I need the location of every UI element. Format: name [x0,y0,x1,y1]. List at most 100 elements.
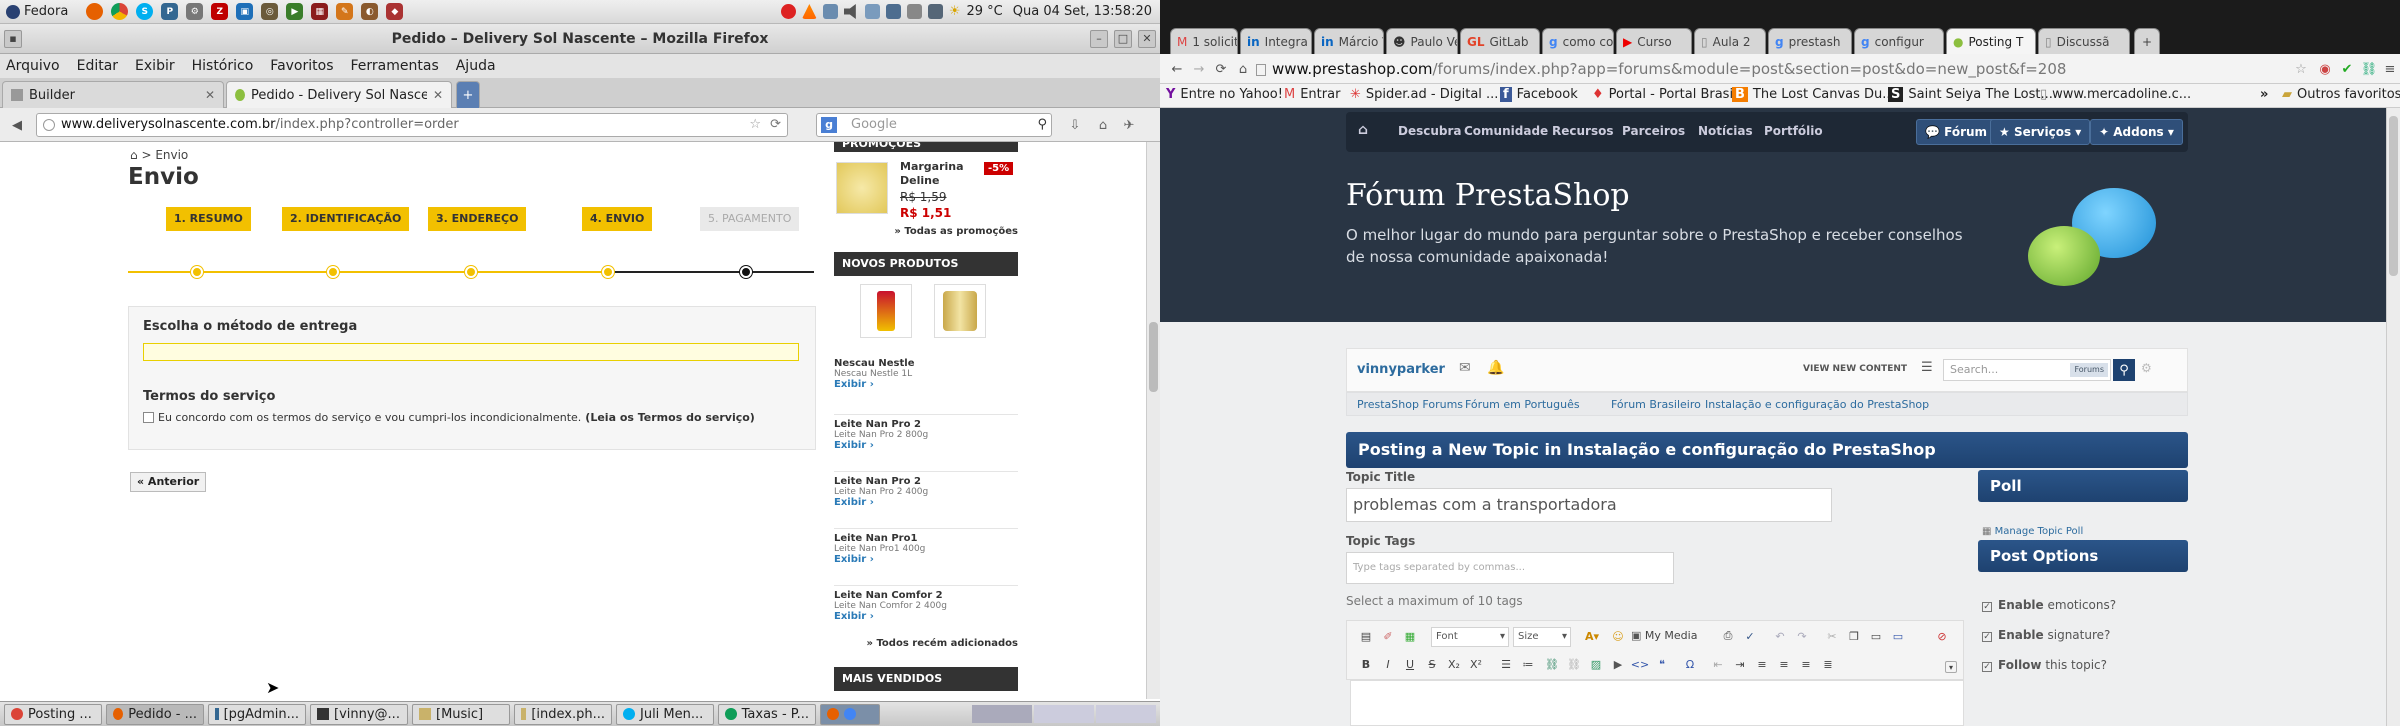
workspace-switcher[interactable] [972,705,1160,723]
dbeaver-icon[interactable]: ◎ [261,3,279,20]
keyboard-icon[interactable] [906,4,922,19]
chrome-menu-icon[interactable]: ≡ [2382,60,2398,78]
scrollbar-thumb[interactable] [1149,322,1158,392]
chrome-tab[interactable]: ☻ Paulo Ve [1386,28,1458,54]
redo-icon[interactable]: ↷ [1793,627,1811,645]
search-scope[interactable]: Forums [2070,363,2108,377]
list-icon[interactable]: ☰ [1921,360,1933,375]
cut-icon[interactable]: ✂ [1823,627,1841,645]
all-promos-link[interactable]: » Todas as promoções [894,226,1018,237]
volume-icon[interactable] [843,4,856,19]
terms-link[interactable]: (Leia os Termos do serviço) [585,411,755,424]
taskbar-item[interactable]: Posting ... [4,703,102,725]
all-new-link[interactable]: » Todos recém adicionados [834,638,1019,649]
nav-descubra[interactable]: Descubra [1398,124,1462,138]
option-signature[interactable]: ✓ Enable signature? [1982,628,2110,642]
nav-parceiros[interactable]: Parceiros [1622,124,1685,138]
chrome-tab[interactable]: ▯ Discussã [2038,28,2130,54]
paste-word-icon[interactable]: ▭ [1889,627,1907,645]
promo-product-image[interactable] [836,162,888,214]
menu-favoritos[interactable]: Favoritos [270,58,333,74]
menu-exibir[interactable]: Exibir [135,58,175,74]
indent-icon[interactable]: ⇥ [1731,655,1749,673]
link-icon[interactable]: ⛓ [2360,60,2378,78]
temperature-label[interactable]: 29 °C [966,4,1002,19]
chrome-tab[interactable]: GL GitLab [1460,28,1540,54]
strike-icon[interactable]: S [1423,655,1441,673]
extension-icon[interactable]: ◉ [2316,60,2334,78]
display-icon[interactable] [885,4,901,19]
table-icon[interactable]: ▦ [1401,627,1419,645]
superscript-icon[interactable]: X² [1467,655,1485,673]
url-bar[interactable]: www.deliverysolnascente.com.br/index.php… [36,113,788,137]
window-titlebar[interactable]: ▪ Pedido – Delivery Sol Nascente – Mozil… [0,24,1160,54]
wifi-icon[interactable] [927,4,943,19]
home-icon[interactable]: ⌂ [1094,116,1112,134]
chrome-tab[interactable]: ▶ Curso [1616,28,1692,54]
crumb-link[interactable]: PrestaShop Forums [1357,398,1463,411]
firefox-icon[interactable] [86,3,104,20]
outdent-icon[interactable]: ⇤ [1709,655,1727,673]
checkbox-checked[interactable]: ✓ [1982,602,1992,612]
menu-editar[interactable]: Editar [77,58,118,74]
align-center-icon[interactable]: ≡ [1775,655,1793,673]
nan-image[interactable] [934,284,986,338]
spellcheck-icon[interactable]: ✓ [1741,627,1759,645]
settings-icon[interactable]: ⚙ [186,3,204,20]
nav-comunidade[interactable]: Comunidade [1464,124,1548,138]
chat-tray-icon[interactable] [864,4,880,19]
crumb-link[interactable]: Fórum em Português [1465,398,1580,411]
taskbar-item[interactable]: Juli Men... [616,703,714,725]
forward-icon[interactable]: → [1190,60,1208,78]
option-emoticons[interactable]: ✓ Enable emoticons? [1982,598,2116,612]
alert-icon[interactable] [780,4,796,19]
tab-builder[interactable]: Builder ✕ [2,81,224,108]
search-icon[interactable]: ⚲ [1037,114,1047,136]
view-new-content-link[interactable]: VIEW NEW CONTENT [1803,364,1907,374]
services-button[interactable]: ★ Serviços ▾ [1990,119,2091,145]
notifications-icon[interactable]: 🔔 [1487,360,1504,376]
text-color-icon[interactable]: A▾ [1583,627,1601,645]
collapse-toolbar-icon[interactable]: ▾ [1945,661,1957,673]
back-button[interactable]: « Anterior [130,472,207,492]
menu-ferramentas[interactable]: Ferramentas [351,58,439,74]
step-endereco[interactable]: 3. ENDEREÇO [428,207,527,231]
filezilla-icon[interactable]: Z [211,3,229,20]
eraser-icon[interactable]: ✐ [1379,627,1397,645]
workspace-1[interactable] [972,705,1032,723]
size-select[interactable]: Size ▾ [1513,627,1571,647]
virtualbox-icon[interactable]: ▣ [236,3,254,20]
quote-icon[interactable]: ❝ [1653,655,1671,673]
back-icon[interactable]: ← [1168,60,1186,78]
home-icon[interactable]: ⌂ [1358,122,1368,138]
chrome-tab[interactable]: ▯ Aula 2 [1694,28,1766,54]
bookmark-item[interactable]: Y Entre no Yahoo! [1166,87,1283,102]
print-icon[interactable]: ⎙ [1719,627,1737,645]
package-icon[interactable]: ◆ [386,3,404,20]
emoticon-icon[interactable]: ☺ [1609,627,1627,645]
checkbox-checked[interactable]: ✓ [1982,662,1992,672]
topic-title-input[interactable]: problemas com a transportadora [1346,488,1832,522]
messages-icon[interactable]: ✉ [1459,360,1471,376]
home-icon[interactable]: ⌂ [130,148,138,162]
taskbar-item[interactable]: [pgAdmin... [208,703,306,725]
download-icon[interactable]: ⇩ [1066,116,1084,134]
taskbar-item[interactable]: Taxas - P... [718,703,816,725]
omnibox[interactable]: www.prestashop.com/forums/index.php?app=… [1256,58,2256,80]
chrome-tab[interactable]: M1 solicit [1170,28,1238,54]
clock-label[interactable]: Qua 04 Set, 13:58:20 [1013,4,1152,19]
skype-icon[interactable]: S [136,3,154,20]
workspace-3[interactable] [1096,705,1156,723]
other-bookmarks[interactable]: ▰ Outros favoritos [2282,87,2400,102]
bookmark-item[interactable]: M Entrar [1284,87,1340,102]
crumb-link[interactable]: Fórum Brasileiro [1611,398,1701,411]
taskbar-item[interactable]: [index.ph... [514,703,612,725]
menu-ajuda[interactable]: Ajuda [456,58,496,74]
addons-button[interactable]: ✦ Addons ▾ [2090,119,2183,145]
align-right-icon[interactable]: ≡ [1797,655,1815,673]
justify-icon[interactable]: ≣ [1819,655,1837,673]
checkbox-checked[interactable]: ✓ [1982,632,1992,642]
home-icon[interactable]: ⌂ [1234,60,1252,78]
manage-poll-link[interactable]: ▦ Manage Topic Poll [1982,526,2083,537]
pgadmin-icon[interactable]: P [161,3,179,20]
